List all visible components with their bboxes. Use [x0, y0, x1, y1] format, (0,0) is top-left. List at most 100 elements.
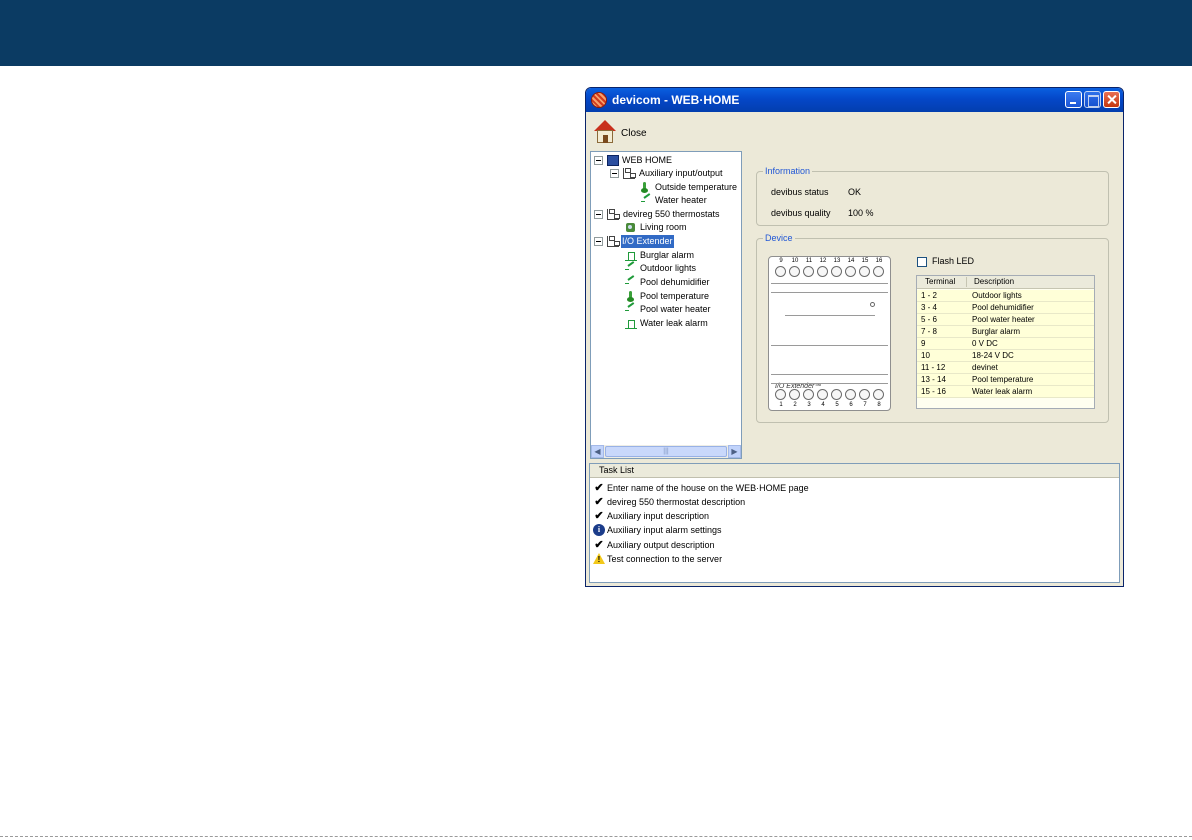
table-row[interactable]: 3 - 4 Pool dehumidifier [917, 302, 1094, 314]
checkmark-icon: ✔ [594, 539, 604, 551]
pin-number: 13 [833, 258, 841, 264]
description-cell: Outdoor lights [972, 291, 1022, 300]
device-tree[interactable]: WEB HOME Auxiliary input/output Outside … [590, 151, 742, 459]
terminal-cell: 7 - 8 [921, 327, 938, 336]
devibus-status-label: devibus status [771, 187, 829, 197]
collapse-icon[interactable] [594, 156, 603, 165]
table-row[interactable]: 15 - 16 Water leak alarm [917, 386, 1094, 398]
table-row[interactable]: 7 - 8 Burglar alarm [917, 326, 1094, 338]
terminal-cell: 1 - 2 [921, 291, 938, 300]
title-bar[interactable]: devicom - WEB·HOME [586, 88, 1123, 112]
terminal-table[interactable]: Terminal Description 1 - 2 Outdoor light… [916, 275, 1095, 409]
terminal-pin [873, 266, 884, 277]
information-legend: Information [763, 166, 813, 177]
terminal-pin [859, 389, 870, 400]
description-cell: Burglar alarm [972, 327, 1021, 336]
table-row[interactable]: 5 - 6 Pool water heater [917, 314, 1094, 326]
scroll-right-icon[interactable]: ▶ [728, 445, 741, 458]
switch-icon [625, 263, 637, 274]
terminal-pin [845, 389, 856, 400]
network-icon [623, 168, 636, 179]
collapse-icon[interactable] [594, 210, 603, 219]
pin-number: 1 [779, 402, 783, 408]
pin-number: 15 [861, 258, 869, 264]
flash-led-label[interactable]: Flash LED [932, 256, 974, 266]
minimize-button[interactable] [1065, 91, 1082, 108]
terminal-cell: 13 - 14 [921, 375, 946, 384]
terminal-pin [831, 389, 842, 400]
description-cell: devinet [972, 363, 998, 372]
computer-icon [607, 155, 619, 166]
device-legend: Device [763, 233, 795, 244]
task-text: devireg 550 thermostat description [607, 497, 746, 507]
scroll-thumb[interactable]: ||| [605, 446, 727, 457]
io-extender-device-image: 9 10 11 12 13 14 15 16 I/O Extender™ 1 2… [768, 256, 891, 411]
terminal-pin [789, 389, 800, 400]
network-icon [607, 236, 620, 247]
pin-number: 6 [849, 402, 853, 408]
description-column-header[interactable]: Description [974, 277, 1014, 286]
tree-node-label: WEB HOME [622, 155, 673, 165]
pin-number: 7 [863, 402, 867, 408]
window-title: devicom - WEB·HOME [612, 93, 740, 107]
tree-node-label: Pool dehumidifier [640, 277, 710, 287]
table-row[interactable]: 13 - 14 Pool temperature [917, 374, 1094, 386]
thermometer-icon [627, 291, 635, 302]
checkmark-icon: ✔ [594, 482, 604, 494]
tree-horizontal-scrollbar[interactable]: ◀ ||| ▶ [591, 445, 741, 458]
task-text: Enter name of the house on the WEB·HOME … [607, 483, 809, 493]
terminal-pin [845, 266, 856, 277]
close-window-button[interactable] [1103, 91, 1120, 108]
description-cell: Pool water heater [972, 315, 1035, 324]
terminal-pin [775, 266, 786, 277]
tree-node-label: Pool temperature [640, 291, 710, 301]
column-divider[interactable] [966, 277, 967, 287]
terminal-pin [775, 389, 786, 400]
pin-number: 9 [779, 258, 783, 264]
terminal-pin [817, 266, 828, 277]
flash-led-checkbox[interactable] [917, 257, 927, 267]
pin-number: 16 [875, 258, 883, 264]
terminal-pin [831, 266, 842, 277]
pin-number: 5 [835, 402, 839, 408]
terminal-pin [859, 266, 870, 277]
network-icon [607, 209, 620, 220]
table-row[interactable]: 11 - 12 devinet [917, 362, 1094, 374]
device-edge-line [771, 283, 888, 284]
terminal-cell: 5 - 6 [921, 315, 938, 324]
terminal-cell: 11 - 12 [921, 363, 946, 372]
table-row[interactable]: 10 18-24 V DC [917, 350, 1094, 362]
tree-node-label: devireg 550 thermostats [623, 209, 720, 219]
pin-number: 10 [791, 258, 799, 264]
pin-number: 2 [793, 402, 797, 408]
terminal-column-header[interactable]: Terminal [925, 277, 955, 286]
page-bottom-rule [0, 836, 1192, 837]
pin-number: 8 [877, 402, 881, 408]
bottom-pin-row [775, 389, 886, 401]
table-row[interactable]: 9 0 V DC [917, 338, 1094, 350]
info-icon: i [593, 524, 605, 536]
table-row[interactable]: 1 - 2 Outdoor lights [917, 290, 1094, 302]
terminal-pin [789, 266, 800, 277]
tree-node-label: I/O Extender [621, 235, 674, 248]
description-cell: 0 V DC [972, 339, 998, 348]
task-text: Test connection to the server [607, 554, 723, 564]
description-cell: 18-24 V DC [972, 351, 1014, 360]
maximize-button[interactable] [1084, 91, 1101, 108]
task-list[interactable]: Task List ✔ Enter name of the house on t… [589, 463, 1120, 583]
tree-node-label: Auxiliary input/output [639, 168, 723, 178]
task-list-header[interactable]: Task List [590, 464, 1119, 478]
devibus-quality-label: devibus quality [771, 208, 831, 218]
description-cell: Pool dehumidifier [972, 303, 1034, 312]
collapse-icon[interactable] [594, 237, 603, 246]
scroll-left-icon[interactable]: ◀ [591, 445, 604, 458]
app-window: devicom - WEB·HOME Close WEB HOME Auxili… [585, 87, 1124, 587]
task-text: Auxiliary input description [607, 511, 710, 521]
task-text: Auxiliary input alarm settings [607, 525, 722, 535]
collapse-icon[interactable] [610, 169, 619, 178]
home-icon [594, 120, 616, 144]
task-text: Auxiliary output description [607, 540, 715, 550]
thermometer-icon [641, 182, 649, 193]
device-edge-line [771, 374, 888, 375]
checkmark-icon: ✔ [594, 510, 604, 522]
